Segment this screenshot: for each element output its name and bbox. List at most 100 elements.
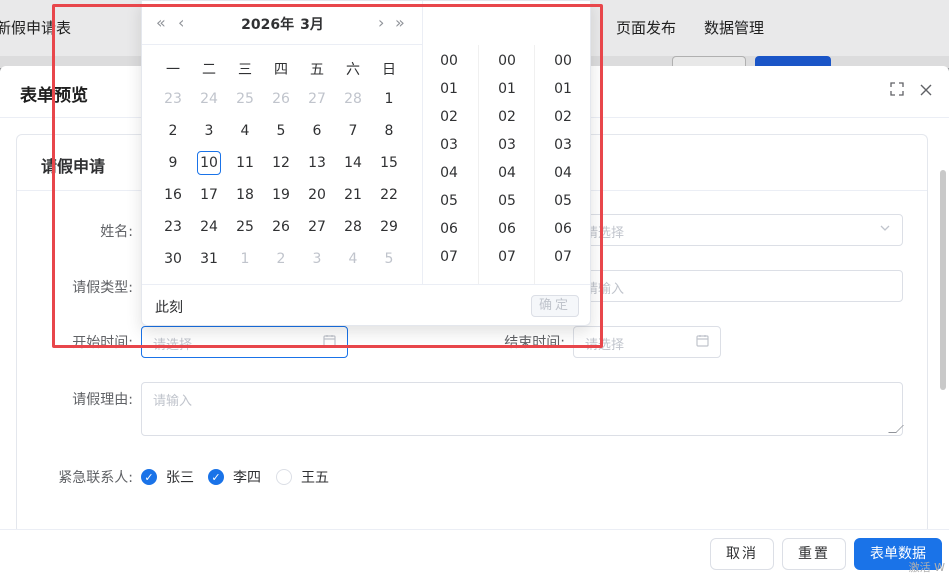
now-link[interactable]: 此刻 xyxy=(155,297,183,317)
cancel-button[interactable]: 取消 xyxy=(710,538,774,570)
resize-handle-icon[interactable] xyxy=(888,425,904,433)
calendar-day[interactable]: 3 xyxy=(191,119,227,143)
days-input[interactable]: 请输入 xyxy=(573,270,903,302)
year-label[interactable]: 2026年 xyxy=(241,17,294,33)
minute-option[interactable]: 07 xyxy=(479,249,535,265)
calendar-day[interactable]: 16 xyxy=(155,183,191,207)
minute-option[interactable]: 03 xyxy=(479,137,535,153)
calendar-day[interactable]: 8 xyxy=(371,119,407,143)
name-label: 姓名: xyxy=(100,224,133,240)
calendar-day[interactable]: 31 xyxy=(191,247,227,271)
hour-option[interactable]: 04 xyxy=(421,165,477,181)
start-time-label: 开始时间: xyxy=(72,335,133,351)
second-column[interactable]: 00 01 02 03 04 05 06 07 xyxy=(534,45,590,284)
calendar-day[interactable]: 13 xyxy=(299,151,335,175)
next-year-icon[interactable]: » xyxy=(395,13,405,32)
fullscreen-icon[interactable] xyxy=(888,82,906,100)
second-option[interactable]: 03 xyxy=(535,137,591,153)
month-label[interactable]: 3月 xyxy=(300,17,324,33)
calendar-day[interactable]: 29 xyxy=(371,215,407,239)
second-option[interactable]: 04 xyxy=(535,165,591,181)
leave-type-label: 请假类型: xyxy=(72,280,133,296)
calendar-day[interactable]: 12 xyxy=(263,151,299,175)
calendar-day[interactable]: 18 xyxy=(227,183,263,207)
scrollbar[interactable] xyxy=(940,170,946,390)
hour-option[interactable]: 00 xyxy=(421,53,477,69)
calendar-day[interactable]: 7 xyxy=(335,119,371,143)
calendar-day[interactable]: 5 xyxy=(263,119,299,143)
reason-placeholder: 请输入 xyxy=(153,394,193,409)
calendar-day[interactable]: 3 xyxy=(299,247,335,271)
day-number: 27 xyxy=(308,91,326,107)
hour-column[interactable]: 00 01 02 03 04 05 06 07 xyxy=(421,45,477,284)
minute-option[interactable]: 04 xyxy=(479,165,535,181)
minute-column[interactable]: 00 01 02 03 04 05 06 07 xyxy=(478,45,534,284)
calendar-day[interactable]: 5 xyxy=(371,247,407,271)
minute-option[interactable]: 06 xyxy=(479,221,535,237)
confirm-button[interactable]: 确定 xyxy=(531,295,579,317)
calendar-day[interactable]: 14 xyxy=(335,151,371,175)
calendar-day[interactable]: 1 xyxy=(227,247,263,271)
day-number: 2 xyxy=(276,251,286,267)
calendar-day[interactable]: 2 xyxy=(263,247,299,271)
hour-option[interactable]: 06 xyxy=(421,221,477,237)
calendar-day[interactable]: 20 xyxy=(299,183,335,207)
calendar-day[interactable]: 23 xyxy=(155,215,191,239)
calendar-day[interactable]: 28 xyxy=(335,87,371,111)
contacts-label: 紧急联系人: xyxy=(58,470,133,486)
second-option[interactable]: 06 xyxy=(535,221,591,237)
hour-option[interactable]: 05 xyxy=(421,193,477,209)
minute-option[interactable]: 01 xyxy=(479,81,535,97)
hour-option[interactable]: 01 xyxy=(421,81,477,97)
minute-option[interactable]: 02 xyxy=(479,109,535,125)
day-number: 26 xyxy=(272,219,290,235)
contact-checkbox-lisi[interactable]: ✓ 李四 xyxy=(208,467,261,487)
calendar-day[interactable]: 24 xyxy=(191,215,227,239)
calendar-day[interactable]: 30 xyxy=(155,247,191,271)
calendar-day[interactable]: 26 xyxy=(263,215,299,239)
calendar-day[interactable]: 17 xyxy=(191,183,227,207)
calendar-day[interactable]: 22 xyxy=(371,183,407,207)
second-option[interactable]: 02 xyxy=(535,109,591,125)
minute-option[interactable]: 05 xyxy=(479,193,535,209)
calendar-day[interactable]: 9 xyxy=(155,151,191,175)
calendar-day[interactable]: 21 xyxy=(335,183,371,207)
calendar-day[interactable]: 15 xyxy=(371,151,407,175)
reset-button[interactable]: 重置 xyxy=(782,538,846,570)
calendar-day[interactable]: 1 xyxy=(371,87,407,111)
contact-checkbox-wangwu[interactable]: 王五 xyxy=(276,467,329,487)
second-option[interactable]: 01 xyxy=(535,81,591,97)
department-select[interactable]: 请选择 xyxy=(573,214,903,246)
start-time-input[interactable]: 请选择 xyxy=(141,326,348,358)
minute-option[interactable]: 00 xyxy=(479,53,535,69)
second-option[interactable]: 00 xyxy=(535,53,591,69)
calendar-day[interactable]: 25 xyxy=(227,87,263,111)
calendar-day[interactable]: 23 xyxy=(155,87,191,111)
calendar-day[interactable]: 2 xyxy=(155,119,191,143)
calendar-day[interactable]: 27 xyxy=(299,215,335,239)
calendar-day[interactable]: 4 xyxy=(335,247,371,271)
calendar-day[interactable]: 27 xyxy=(299,87,335,111)
second-option[interactable]: 07 xyxy=(535,249,591,265)
hour-option[interactable]: 07 xyxy=(421,249,477,265)
calendar-day-today[interactable]: 10 xyxy=(191,151,227,175)
reason-textarea[interactable]: 请输入 xyxy=(141,382,904,436)
end-time-input[interactable]: 请选择 xyxy=(573,326,721,358)
calendar-day[interactable]: 19 xyxy=(263,183,299,207)
next-month-icon[interactable]: › xyxy=(378,13,384,32)
hour-option[interactable]: 03 xyxy=(421,137,477,153)
second-option[interactable]: 05 xyxy=(535,193,591,209)
close-icon[interactable] xyxy=(917,82,935,100)
calendar-day[interactable]: 11 xyxy=(227,151,263,175)
hour-option[interactable]: 02 xyxy=(421,109,477,125)
calendar-day[interactable]: 25 xyxy=(227,215,263,239)
weekday-header: 二 xyxy=(202,62,216,78)
calendar-day[interactable]: 28 xyxy=(335,215,371,239)
day-number: 10 xyxy=(197,151,221,175)
calendar-day[interactable]: 26 xyxy=(263,87,299,111)
calendar-day[interactable]: 4 xyxy=(227,119,263,143)
bg-nav-item-data: 数据管理 xyxy=(704,19,765,37)
calendar-day[interactable]: 6 xyxy=(299,119,335,143)
calendar-day[interactable]: 24 xyxy=(191,87,227,111)
contact-checkbox-zhangsan[interactable]: ✓ 张三 xyxy=(141,467,194,487)
